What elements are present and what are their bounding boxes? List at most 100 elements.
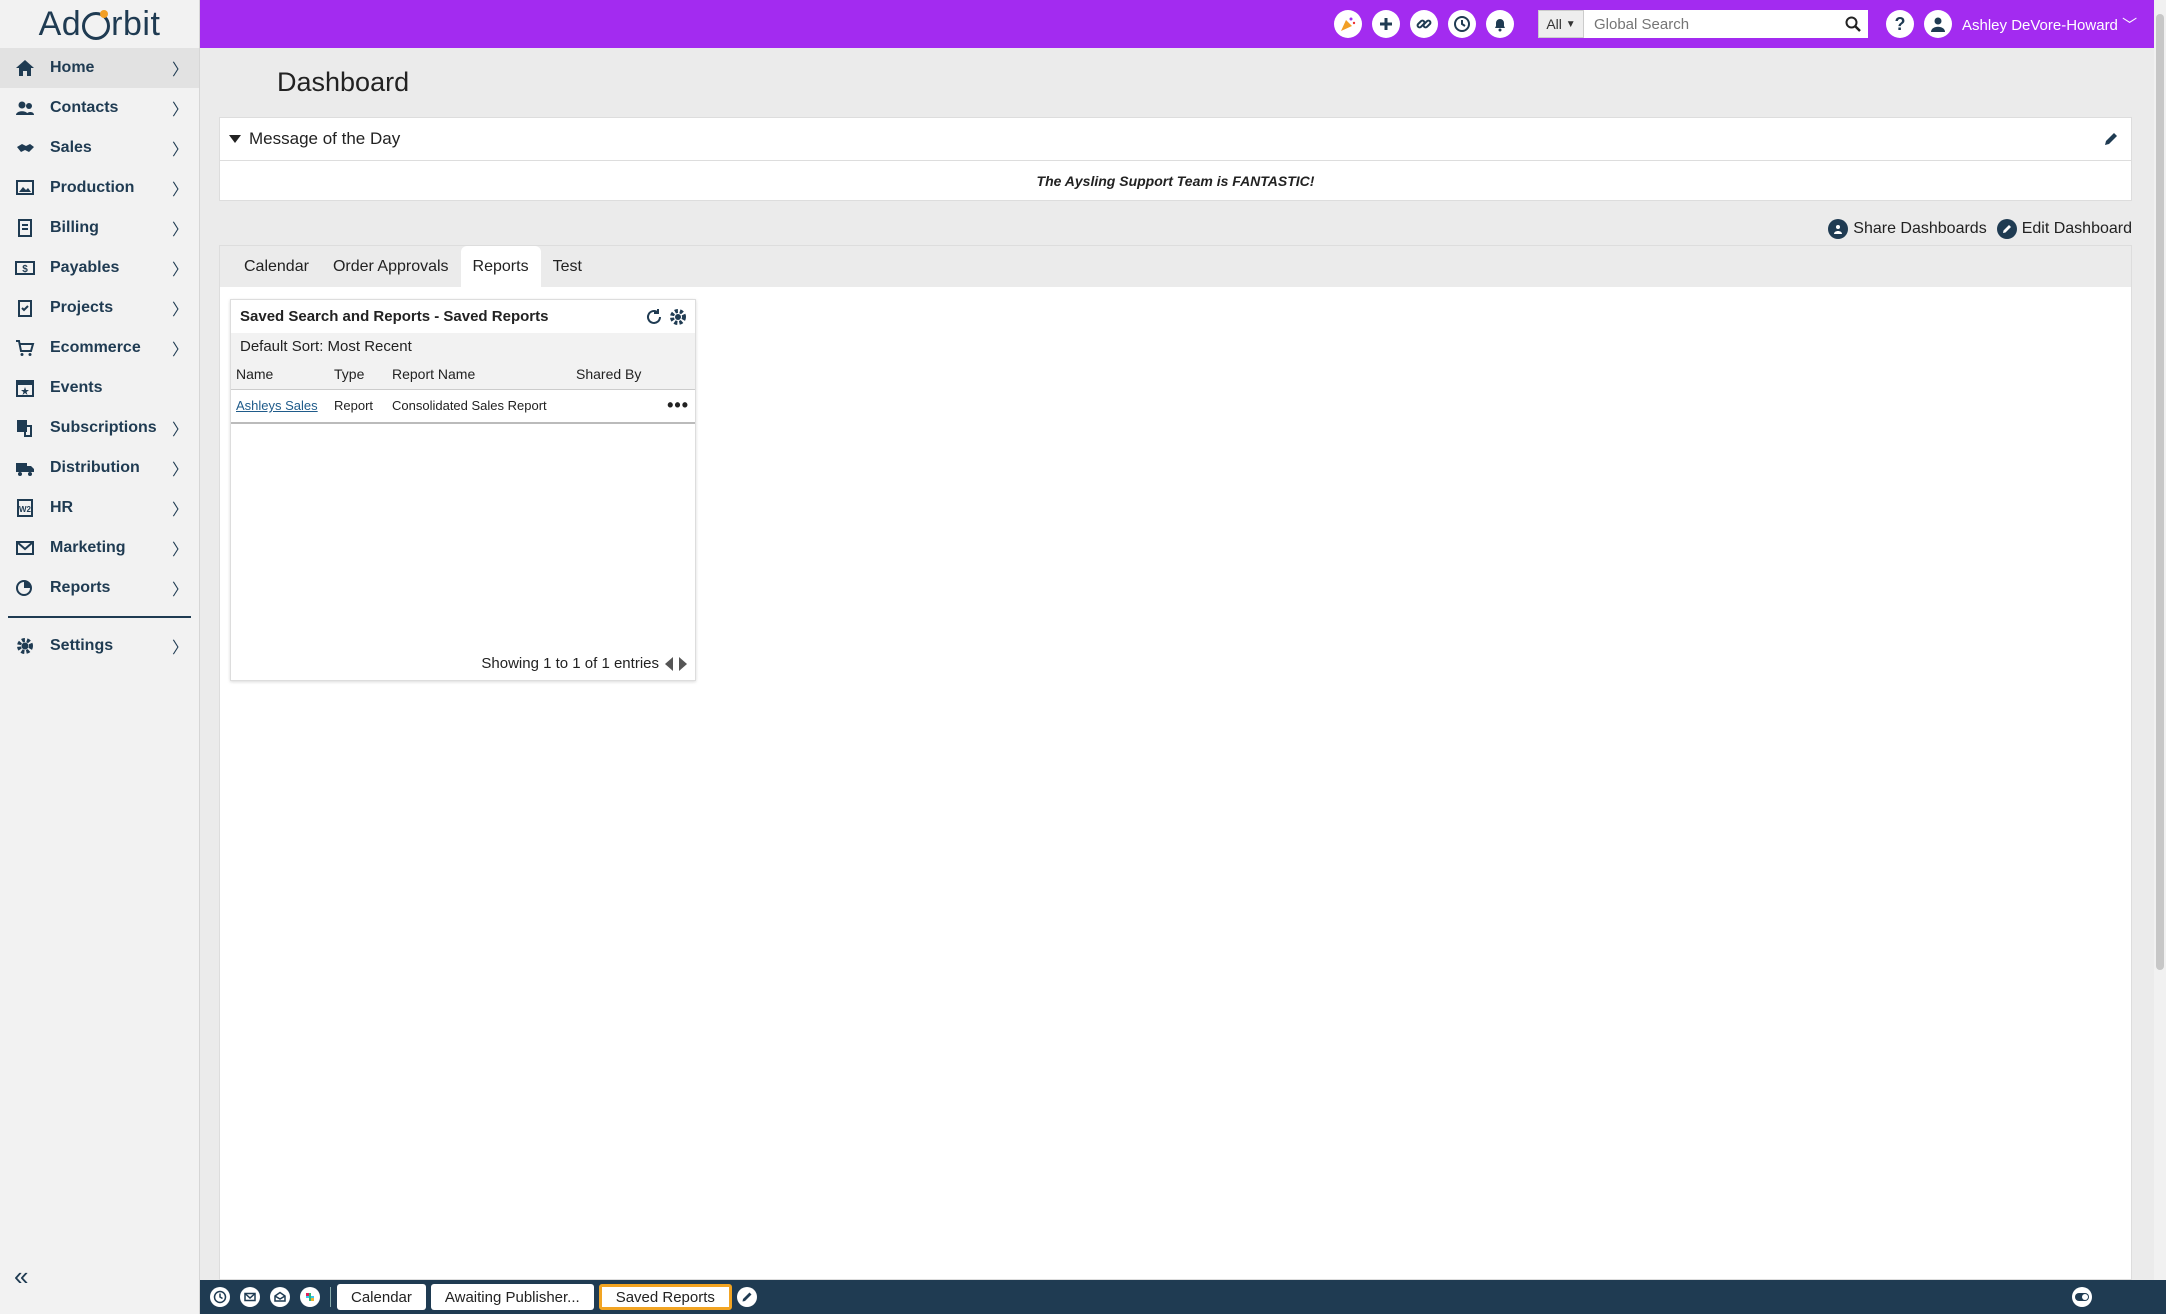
motd-title: Message of the Day (249, 129, 401, 148)
widget-tools (645, 308, 687, 331)
projects-icon (14, 297, 36, 319)
sidebar-item-production[interactable]: Production 〉 (0, 168, 199, 208)
sidebar-item-label: Contacts (50, 99, 119, 116)
search-input[interactable] (1584, 10, 1868, 38)
nav-list: Home 〉 Contacts 〉 Sales 〉 Production 〉 B… (0, 48, 199, 666)
sidebar-item-label: Sales (50, 139, 92, 156)
saved-reports-table: Name Type Report Name Shared By Ashleys … (231, 359, 695, 424)
mail-open-icon[interactable] (270, 1287, 290, 1307)
help-icon[interactable]: ? (1886, 10, 1914, 38)
default-sort-label: Default Sort: Most Recent (231, 333, 695, 359)
sidebar-item-reports[interactable]: Reports 〉 (0, 568, 199, 608)
sidebar-item-hr[interactable]: W2 HR 〉 (0, 488, 199, 528)
cart-icon (14, 337, 36, 359)
widget-title: Saved Search and Reports - Saved Reports (240, 308, 549, 325)
dashboard-panel: Calendar Order Approvals Reports Test Sa… (219, 245, 2132, 1280)
column-header-type[interactable]: Type (329, 359, 387, 390)
sidebar-item-label: Ecommerce (50, 339, 141, 356)
column-header-report-name[interactable]: Report Name (387, 359, 571, 390)
sidebar-item-label: Reports (50, 579, 111, 596)
sidebar-item-events[interactable]: Events (0, 368, 199, 408)
sidebar-item-billing[interactable]: Billing 〉 (0, 208, 199, 248)
chevron-right-icon: 〉 (172, 342, 189, 359)
production-icon (14, 177, 36, 199)
link-icon[interactable] (1410, 10, 1438, 38)
sidebar-item-label: Home (50, 59, 95, 76)
billing-icon (14, 217, 36, 239)
logo-text-left: Ad (38, 4, 82, 43)
edit-dashboard-button[interactable]: Edit Dashboard (1996, 219, 2132, 239)
previous-page-icon[interactable] (665, 656, 673, 671)
toggle-icon[interactable] (2072, 1287, 2092, 1307)
user-menu[interactable]: Ashley DeVore-Howard ﹀ (1962, 14, 2137, 35)
bell-icon[interactable] (1486, 10, 1514, 38)
clock-icon[interactable] (210, 1287, 230, 1307)
cell-report-name: Consolidated Sales Report (387, 389, 571, 424)
top-header: All ▼ ? Ashley DeVore-Howard ﹀ (200, 0, 2154, 48)
sidebar-item-label: HR (50, 499, 74, 516)
edit-icon (1996, 219, 2017, 239)
sidebar-item-label: Production (50, 179, 135, 196)
mail-icon[interactable] (240, 1287, 260, 1307)
search-scope-select[interactable]: All ▼ (1538, 10, 1584, 38)
sidebar-item-label: Billing (50, 219, 99, 236)
dashboard-tabs: Calendar Order Approvals Reports Test (220, 246, 2131, 287)
refresh-icon[interactable] (645, 308, 663, 331)
taskbar-tab-calendar[interactable]: Calendar (337, 1284, 426, 1310)
logo-text-right: rbit (111, 4, 161, 43)
gear-icon (14, 635, 36, 657)
chevron-right-icon: 〉 (172, 582, 189, 599)
motd-header[interactable]: Message of the Day (220, 118, 2131, 161)
report-link[interactable]: Ashleys Sales (236, 398, 318, 413)
collapse-sidebar-icon[interactable]: « (14, 1261, 28, 1292)
chevron-right-icon: 〉 (172, 62, 189, 79)
sidebar-item-home[interactable]: Home 〉 (0, 48, 199, 88)
sidebar-item-distribution[interactable]: Distribution 〉 (0, 448, 199, 488)
edit-icon[interactable] (736, 1287, 757, 1307)
more-options-icon[interactable]: ••• (662, 389, 695, 424)
cell-shared-by (571, 389, 663, 424)
table-header-row: Name Type Report Name Shared By (231, 359, 695, 390)
message-of-the-day-panel: Message of the Day The Aysling Support T… (219, 117, 2132, 201)
sidebar-item-subscriptions[interactable]: Subscriptions 〉 (0, 408, 199, 448)
column-header-name[interactable]: Name (231, 359, 329, 390)
tab-reports[interactable]: Reports (460, 246, 541, 287)
chevron-right-icon: 〉 (172, 302, 189, 319)
sidebar-item-settings[interactable]: Settings 〉 (0, 626, 199, 666)
sales-icon (14, 137, 36, 159)
sidebar-item-sales[interactable]: Sales 〉 (0, 128, 199, 168)
sidebar-item-projects[interactable]: Projects 〉 (0, 288, 199, 328)
column-header-shared-by[interactable]: Shared By (571, 359, 663, 390)
history-icon[interactable] (1448, 10, 1476, 38)
scrollbar-thumb[interactable] (2156, 14, 2164, 970)
user-avatar-icon[interactable] (1924, 10, 1952, 38)
party-popper-icon[interactable] (1334, 10, 1362, 38)
taskbar-tab-awaiting-publisher[interactable]: Awaiting Publisher... (430, 1284, 594, 1310)
sidebar-divider (8, 616, 191, 618)
tab-calendar[interactable]: Calendar (232, 246, 321, 287)
app-logo[interactable]: Ad rbit (0, 0, 199, 48)
pencil-icon[interactable] (2103, 131, 2119, 152)
share-dashboards-button[interactable]: Share Dashboards (1828, 219, 1987, 239)
sidebar-item-contacts[interactable]: Contacts 〉 (0, 88, 199, 128)
sidebar-item-marketing[interactable]: Marketing 〉 (0, 528, 199, 568)
search-icon[interactable] (1844, 15, 1862, 38)
motd-message: The Aysling Support Team is FANTASTIC! (1036, 173, 1315, 189)
taskbar-tab-saved-reports[interactable]: Saved Reports (598, 1284, 732, 1310)
sidebar-item-ecommerce[interactable]: Ecommerce 〉 (0, 328, 199, 368)
gear-icon[interactable] (669, 308, 687, 331)
tab-test[interactable]: Test (541, 246, 594, 287)
bottom-taskbar: Calendar Awaiting Publisher... Saved Rep… (200, 1280, 2166, 1314)
sidebar-item-label: Marketing (50, 539, 126, 556)
global-search: All ▼ (1538, 10, 1868, 38)
chevron-right-icon: 〉 (172, 542, 189, 559)
sidebar-item-payables[interactable]: $ Payables 〉 (0, 248, 199, 288)
tab-order-approvals[interactable]: Order Approvals (321, 246, 461, 287)
chevron-down-icon: ﹀ (2122, 17, 2138, 34)
cell-name: Ashleys Sales (231, 389, 329, 424)
slack-icon[interactable] (300, 1287, 320, 1307)
next-page-icon[interactable] (679, 656, 687, 671)
page-scrollbar[interactable] (2154, 0, 2166, 1280)
add-icon[interactable] (1372, 10, 1400, 38)
caret-down-icon[interactable] (229, 135, 241, 143)
